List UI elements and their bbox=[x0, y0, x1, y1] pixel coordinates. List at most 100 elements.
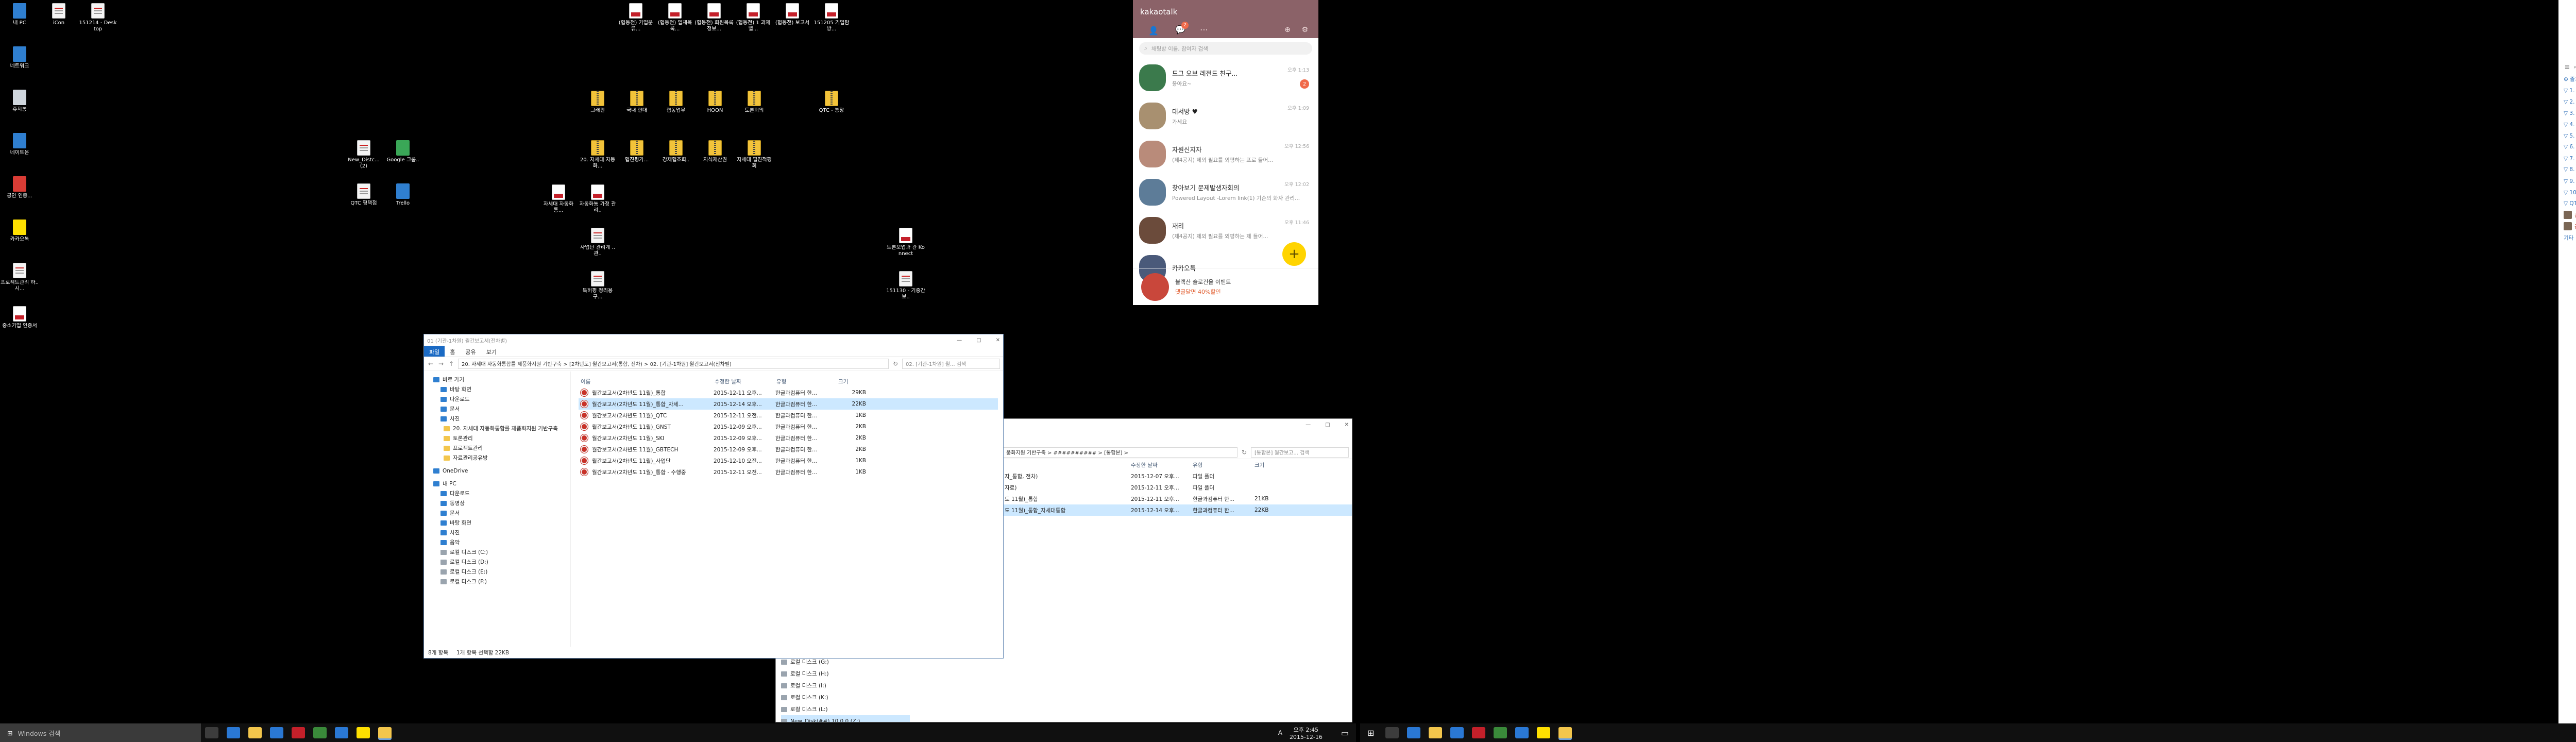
nav-item[interactable]: 로컬 디스크 (C:) bbox=[433, 547, 570, 557]
refresh-icon[interactable]: ↻ bbox=[892, 360, 899, 367]
nate-icon[interactable] bbox=[313, 727, 327, 738]
minimize-icon[interactable]: — bbox=[957, 338, 962, 343]
tab-view[interactable]: 보기 bbox=[481, 346, 502, 357]
desktop-icon[interactable]: 내 PC bbox=[0, 3, 39, 26]
drive-item[interactable]: 로컬 디스크 (L:) bbox=[781, 703, 910, 715]
task-view-icon[interactable] bbox=[1385, 727, 1399, 738]
maximize-icon[interactable]: □ bbox=[1325, 422, 1330, 428]
nav-item[interactable]: 문서 bbox=[433, 508, 570, 518]
desktop-icon[interactable]: 강제협조회.. bbox=[656, 140, 696, 163]
ad-banner[interactable]: 블랙산 슬로건을 이벤트 댓글달면 40%할인 bbox=[1133, 268, 1318, 305]
file-row[interactable]: 월간보고서(2차년도 11월)_GNST 2015-12-09 오후... 한글과컴… bbox=[579, 421, 998, 432]
desktop-icon[interactable]: 151205 기업탐방... bbox=[812, 3, 851, 32]
desktop-icon[interactable]: (협동전) 보고서 bbox=[773, 3, 812, 26]
desktop-icon[interactable]: 토론회의 bbox=[735, 91, 774, 114]
settings-icon[interactable]: ⚙ bbox=[1301, 26, 1308, 34]
desktop-icon[interactable]: 공인 인증... bbox=[0, 176, 39, 199]
file-row[interactable]: 월간보고서(2차년도 11월)_통합 2015-12-11 오후... 한글과컴퓨터… bbox=[579, 387, 998, 398]
desktop-icon[interactable]: New_Distc... (2) bbox=[344, 140, 383, 170]
nate-icon[interactable] bbox=[1494, 727, 1507, 738]
search-input[interactable]: [통합본] 월간보고... 검색 bbox=[1251, 447, 1349, 458]
desktop-icon[interactable]: 중소기업 인증서 bbox=[0, 306, 39, 329]
maximize-icon[interactable]: □ bbox=[976, 338, 981, 343]
close-icon[interactable]: ✕ bbox=[1345, 422, 1349, 428]
desktop-icon[interactable]: (협동전) 업체목록... bbox=[655, 3, 694, 32]
file-row[interactable]: 월간보고서(2차년도 11월)_통합_자세... 2015-12-14 오후...… bbox=[579, 398, 998, 410]
sidebar-group-item[interactable]: ▽ 5. H.R.업무 bbox=[2558, 130, 2576, 141]
sidebar-group-item[interactable]: ▽ 1. 7.4년 준비 bbox=[2558, 85, 2576, 96]
back-arrow-icon[interactable]: ← bbox=[427, 360, 434, 367]
desktop-icon[interactable]: Trello bbox=[383, 183, 422, 207]
desktop-icon[interactable]: HOON bbox=[696, 91, 735, 114]
nav-item[interactable]: 내 PC bbox=[433, 479, 570, 488]
nav-item[interactable]: 문서 bbox=[433, 404, 570, 414]
nav-item[interactable]: 로컬 디스크 (F:) bbox=[433, 577, 570, 586]
drive-item[interactable]: New_Disk(##) 10.0.0 (Z:) bbox=[781, 715, 910, 722]
desktop-icon[interactable]: 협진평가... bbox=[617, 140, 656, 163]
sidebar-group-item[interactable]: ▽ 2. 전자사무실 bbox=[2558, 96, 2576, 107]
sidebar-group-item[interactable]: ▽ 9. 정보망 bbox=[2558, 175, 2576, 187]
desktop-icon[interactable]: (협동전) 1 과제별... bbox=[734, 3, 773, 32]
file-row[interactable]: 자_통합, 전차) 2015-12-07 오후... 파일 폴더 bbox=[1003, 470, 1352, 482]
drive-item[interactable]: 로컬 디스크 (H:) bbox=[781, 668, 910, 680]
tab-file[interactable]: 파일 bbox=[424, 346, 445, 357]
file-row[interactable]: 월간보고서(2차년도 11월)_SKI 2015-12-09 오후... 한글과컴퓨… bbox=[579, 432, 998, 444]
acrobat-icon[interactable] bbox=[292, 727, 305, 738]
file-explorer-icon[interactable] bbox=[248, 727, 262, 738]
task-view-icon[interactable] bbox=[205, 727, 218, 738]
edge-icon[interactable] bbox=[227, 727, 240, 738]
desktop-icon[interactable]: 프로젝트관리 하.. 시... bbox=[0, 263, 39, 292]
sidebar-group-item[interactable]: ▽ 7. 코드학교 bbox=[2558, 153, 2576, 164]
search-icon[interactable]: ⌕ bbox=[2574, 63, 2576, 71]
nav-item[interactable]: 사진 bbox=[433, 528, 570, 537]
sidebar-group-item[interactable]: 기타 bbox=[2558, 232, 2576, 243]
address-bar[interactable]: 품화지원 기반구축 > ########## > [통합본] > bbox=[1003, 447, 1238, 458]
sidebar-group-item[interactable]: 김도윤 bbox=[2558, 209, 2576, 221]
edge-icon[interactable] bbox=[1407, 727, 1421, 738]
desktop-icon[interactable]: Google 크롬.. bbox=[383, 140, 422, 163]
nav-item[interactable]: OneDrive bbox=[433, 466, 570, 476]
forward-arrow-icon[interactable]: → bbox=[437, 360, 445, 367]
desktop-icon[interactable]: 사업단 관리계 .. 관.. bbox=[578, 228, 617, 257]
file-row[interactable]: 월간보고서(2차년도 11월)_사업단 2015-12-10 오전... 한글과컴퓨… bbox=[579, 455, 998, 466]
desktop-icon[interactable]: 특허평 정리용 구... bbox=[578, 271, 617, 300]
nav-item[interactable]: 토론관리 bbox=[433, 433, 570, 443]
file-row[interactable]: 월간보고서(2차년도 11월)_QTC 2015-12-11 오전... 한글과컴퓨… bbox=[579, 410, 998, 421]
col-date[interactable]: 수정한 날짜 bbox=[1129, 461, 1191, 469]
col-date[interactable]: 수정한 날짜 bbox=[713, 378, 774, 385]
taskbar-search[interactable]: ⊞ Windows 검색 bbox=[0, 723, 201, 742]
kakaotalk-icon[interactable] bbox=[357, 727, 370, 738]
chat-row[interactable]: 대서방 ♥ 가세요 오후 1:09 bbox=[1133, 97, 1318, 135]
col-type[interactable]: 유형 bbox=[774, 378, 836, 385]
ie-icon[interactable] bbox=[270, 727, 283, 738]
hwp-icon[interactable] bbox=[1515, 727, 1529, 738]
nav-item[interactable]: 음악 bbox=[433, 537, 570, 547]
windows-logo-icon[interactable]: ⊞ bbox=[1367, 728, 1374, 738]
refresh-icon[interactable]: ↻ bbox=[1241, 449, 1248, 456]
tray-lang[interactable]: A bbox=[1278, 729, 1282, 736]
add-chat-icon[interactable]: ⊕ bbox=[1284, 26, 1291, 34]
nav-item[interactable]: 바로 가기 bbox=[433, 375, 570, 384]
nav-item[interactable]: 다운로드 bbox=[433, 394, 570, 404]
chat-search-input[interactable]: ⌕ 채팅방 이름, 참여자 검색 bbox=[1139, 42, 1312, 55]
desktop-icon[interactable]: 자세대 자동화통... bbox=[539, 184, 578, 214]
desktop-icon[interactable]: iCon bbox=[39, 3, 78, 26]
chat-row[interactable]: 자원신지자 (제4공지) 제외 필요를 외평하는 프로 들어... 오후 12:56 bbox=[1133, 135, 1318, 173]
desktop-icon[interactable]: (협동전) 기업분류... bbox=[616, 3, 655, 32]
nav-item[interactable]: 사진 bbox=[433, 414, 570, 424]
desktop-icon[interactable]: 그래핀 bbox=[578, 91, 617, 114]
list-icon[interactable]: ☰ bbox=[2565, 64, 2570, 71]
desktop-icon[interactable]: QTC - 통장 bbox=[812, 91, 851, 114]
search-input[interactable]: 02. [기관-1차원] 월... 검색 bbox=[902, 358, 1000, 369]
file-row[interactable]: 월간보고서(2차년도 11월)_통합 - 수행중 2015-12-11 오전...… bbox=[579, 466, 998, 478]
acrobat-icon[interactable] bbox=[1472, 727, 1486, 738]
file-row[interactable]: 자료) 2015-12-11 오후... 파일 폴더 bbox=[1003, 482, 1352, 493]
file-row[interactable]: 월간보고서(2차년도 11월)_GBTECH 2015-12-09 오후... 한글… bbox=[579, 444, 998, 455]
notification-icon[interactable]: ▭ bbox=[1341, 728, 1349, 738]
kakaotalk-icon[interactable] bbox=[1537, 727, 1551, 738]
new-chat-button[interactable]: + bbox=[1282, 242, 1306, 266]
col-name[interactable]: 이름 bbox=[579, 378, 713, 385]
drive-item[interactable]: 로컬 디스크 (I:) bbox=[781, 680, 910, 692]
explorer-active-icon[interactable] bbox=[1558, 727, 1572, 738]
clock[interactable]: 오후 2:45 2015-12-16 bbox=[1290, 726, 1323, 740]
